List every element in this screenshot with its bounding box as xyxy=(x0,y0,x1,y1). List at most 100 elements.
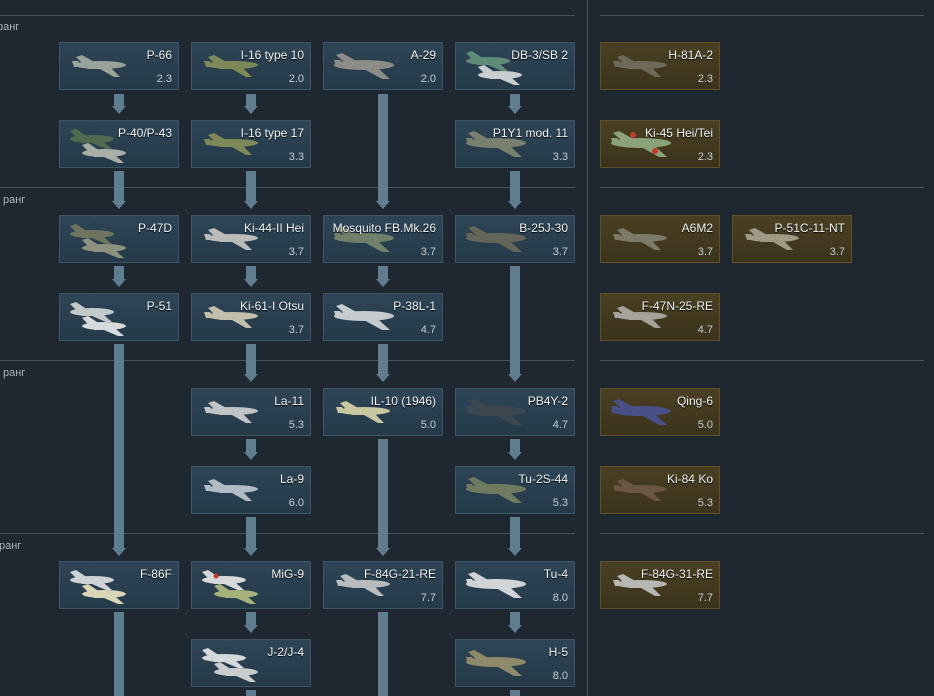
vehicle-card-ki45[interactable]: Ki-45 Hei/Tei 2.3 xyxy=(600,120,720,168)
vehicle-name: I-16 type 10 xyxy=(240,48,304,62)
vehicle-name: La-9 xyxy=(279,472,304,486)
battle-rating: 2.0 xyxy=(420,73,436,85)
vehicle-card-ki84[interactable]: Ki-84 Ko 5.3 xyxy=(600,466,720,514)
battle-rating: 3.3 xyxy=(552,151,568,163)
research-connector xyxy=(510,266,520,374)
rank-divider xyxy=(0,15,575,16)
rank-divider xyxy=(0,187,575,188)
vehicle-name: Ki-44-II Hei xyxy=(243,221,304,235)
vehicle-card-ki44[interactable]: Ki-44-II Hei 3.7 xyxy=(191,215,311,263)
battle-rating: 2.3 xyxy=(156,73,172,85)
rank-divider xyxy=(600,15,924,16)
vehicle-card-f84g-21[interactable]: F-84G-21-RE 7.7 xyxy=(323,561,443,609)
research-connector xyxy=(246,612,256,625)
vehicle-card-ki61[interactable]: Ki-61-I Otsu 3.7 xyxy=(191,293,311,341)
vehicle-group-card-j2-j4[interactable]: J-2/J-4 xyxy=(191,639,311,687)
research-arrow xyxy=(244,625,258,633)
vehicle-card-p66[interactable]: P-66 2.3 xyxy=(59,42,179,90)
vehicle-name: Mosquito FB.Mk.26 xyxy=(332,221,436,235)
vehicle-name: Ki-45 Hei/Tei xyxy=(644,126,713,140)
vehicle-group-card-p40-p43[interactable]: P-40/P-43 xyxy=(59,120,179,168)
research-arrow xyxy=(508,374,522,382)
vehicle-card-tu2s[interactable]: Tu-2S-44 5.3 xyxy=(455,466,575,514)
research-connector xyxy=(378,439,388,548)
aircraft-icon xyxy=(70,224,126,258)
vehicle-name: F-84G-21-RE xyxy=(363,567,436,581)
research-connector xyxy=(378,266,388,279)
battle-rating: 7.7 xyxy=(420,592,436,604)
research-arrow xyxy=(112,548,126,556)
aircraft-icon xyxy=(466,572,526,598)
research-arrow xyxy=(376,548,390,556)
research-arrow xyxy=(508,548,522,556)
rank-label: ранг xyxy=(3,194,26,206)
vehicle-name: F-84G-31-RE xyxy=(640,567,713,581)
vehicle-group-card-p47d[interactable]: P-47D xyxy=(59,215,179,263)
vehicle-card-mosquito[interactable]: Mosquito FB.Mk.26 3.7 xyxy=(323,215,443,263)
research-arrow xyxy=(112,279,126,287)
vehicle-group-card-f86f[interactable]: F-86F xyxy=(59,561,179,609)
battle-rating: 5.3 xyxy=(697,497,713,509)
battle-rating: 3.7 xyxy=(697,246,713,258)
aircraft-icon xyxy=(204,401,258,423)
vehicle-name: DB-3/SB 2 xyxy=(511,48,568,62)
research-connector xyxy=(114,612,124,696)
research-connector xyxy=(510,690,520,696)
battle-rating: 5.0 xyxy=(697,419,713,431)
vehicle-group-card-db3-sb2[interactable]: DB-3/SB 2 xyxy=(455,42,575,90)
battle-rating: 2.3 xyxy=(697,151,713,163)
vehicle-name: A6M2 xyxy=(681,221,713,235)
battle-rating: 3.7 xyxy=(552,246,568,258)
vehicle-card-p51c[interactable]: P-51C-11-NT 3.7 xyxy=(732,215,852,263)
research-connector xyxy=(378,344,388,374)
battle-rating: 5.3 xyxy=(288,419,304,431)
vehicle-card-f47n[interactable]: F-47N-25-RE 4.7 xyxy=(600,293,720,341)
vehicle-name: J-2/J-4 xyxy=(267,645,304,659)
research-arrow xyxy=(244,279,258,287)
vehicle-card-la11[interactable]: La-11 5.3 xyxy=(191,388,311,436)
vehicle-group-card-mig9[interactable]: MiG-9 xyxy=(191,561,311,609)
vehicle-card-h5[interactable]: H-5 8.0 xyxy=(455,639,575,687)
rank-divider xyxy=(0,533,575,534)
vehicle-card-f84g-31[interactable]: F-84G-31-RE 7.7 xyxy=(600,561,720,609)
research-arrow xyxy=(112,201,126,209)
research-connector xyxy=(510,612,520,625)
vehicle-group-card-p51[interactable]: P-51 xyxy=(59,293,179,341)
vehicle-name: P-66 xyxy=(146,48,172,62)
research-connector xyxy=(510,439,520,452)
vehicle-name: H-5 xyxy=(548,645,568,659)
aircraft-icon xyxy=(70,302,126,336)
vehicle-card-qing6[interactable]: Qing-6 5.0 xyxy=(600,388,720,436)
vehicle-card-p38[interactable]: P-38L-1 4.7 xyxy=(323,293,443,341)
vehicle-card-a6m2[interactable]: A6M2 3.7 xyxy=(600,215,720,263)
rank-label: ранг xyxy=(0,540,22,552)
battle-rating: 3.7 xyxy=(420,246,436,258)
vehicle-name: La-11 xyxy=(274,394,304,408)
vehicle-name: Qing-6 xyxy=(676,394,713,408)
battle-rating: 2.0 xyxy=(288,73,304,85)
aircraft-icon xyxy=(611,399,671,425)
vehicle-card-la9[interactable]: La-9 6.0 xyxy=(191,466,311,514)
vehicle-card-tu4[interactable]: Tu-4 8.0 xyxy=(455,561,575,609)
battle-rating: 2.3 xyxy=(697,73,713,85)
vehicle-name: IL-10 (1946) xyxy=(370,394,436,408)
vehicle-card-pb4y[interactable]: PB4Y-2 4.7 xyxy=(455,388,575,436)
aircraft-icon xyxy=(202,570,258,604)
vehicle-card-il10[interactable]: IL-10 (1946) 5.0 xyxy=(323,388,443,436)
battle-rating: 8.0 xyxy=(552,670,568,682)
battle-rating: 5.0 xyxy=(420,419,436,431)
vehicle-card-h81a2[interactable]: H-81A-2 2.3 xyxy=(600,42,720,90)
research-connector xyxy=(246,517,256,548)
vehicle-card-a29[interactable]: A-29 2.0 xyxy=(323,42,443,90)
vehicle-card-b25[interactable]: B-25J-30 3.7 xyxy=(455,215,575,263)
vehicle-card-p1y1[interactable]: P1Y1 mod. 11 3.3 xyxy=(455,120,575,168)
research-arrow xyxy=(244,106,258,114)
aircraft-icon xyxy=(334,53,394,79)
vehicle-card-i16-type-17[interactable]: I-16 type 17 3.3 xyxy=(191,120,311,168)
vehicle-name: Ki-61-I Otsu xyxy=(239,299,304,313)
research-connector xyxy=(114,344,124,548)
vehicle-card-i16-type-10[interactable]: I-16 type 10 2.0 xyxy=(191,42,311,90)
battle-rating: 3.7 xyxy=(288,246,304,258)
vehicle-name: Tu-2S-44 xyxy=(518,472,568,486)
vehicle-name: P-40/P-43 xyxy=(117,126,172,140)
